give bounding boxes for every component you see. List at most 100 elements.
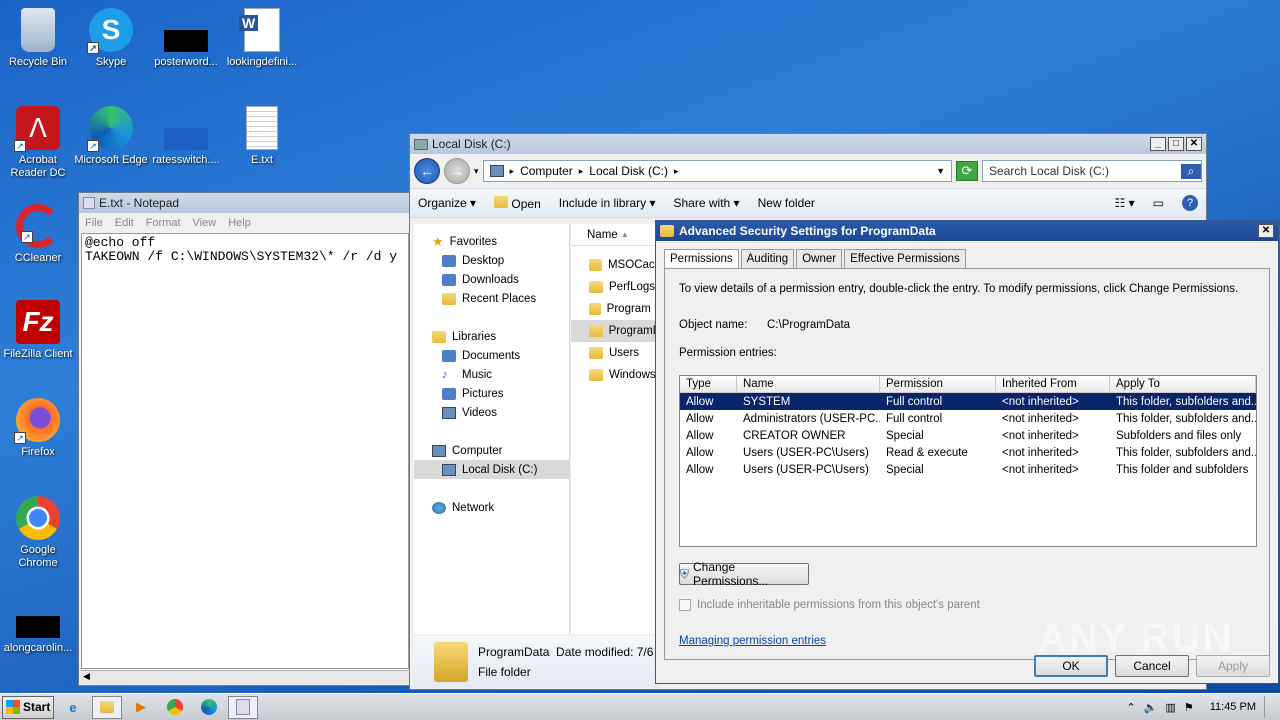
nav-desktop[interactable]: Desktop	[414, 251, 569, 270]
nav-computer[interactable]: Computer	[414, 441, 569, 460]
desktop-icon-recycle-bin[interactable]: Recycle Bin	[0, 8, 76, 69]
inherit-permissions-checkbox[interactable]: Include inheritable permissions from thi…	[679, 599, 980, 611]
desktop-icon-acrobat[interactable]: ᐱ ↗ Acrobat Reader DC	[0, 106, 76, 180]
file-item[interactable]: ProgramD	[571, 320, 661, 342]
scroll-left-icon[interactable]: ◀	[83, 671, 90, 682]
notepad-titlebar[interactable]: E.txt - Notepad	[79, 193, 411, 213]
table-row[interactable]: Allow Administrators (USER-PC... Full cont…	[680, 410, 1256, 427]
desktop-icon-skype[interactable]: S ↗ Skype	[73, 8, 149, 69]
new-folder-button[interactable]: New folder	[758, 196, 815, 210]
taskbar-notepad-icon[interactable]	[228, 695, 258, 719]
action-center-flag-icon[interactable]: ⚑	[1184, 701, 1194, 714]
notepad-horizontal-scrollbar[interactable]: ◀	[81, 670, 409, 684]
explorer-titlebar[interactable]: Local Disk (C:) _ □ ✕	[410, 134, 1206, 154]
address-bar[interactable]: ▸ Computer ▸ Local Disk (C:) ▸ ▼	[482, 160, 952, 182]
include-in-library-button[interactable]: Include in library ▾	[559, 196, 656, 210]
back-button[interactable]: ←	[414, 158, 440, 184]
file-item[interactable]: MSOCach	[571, 254, 661, 276]
maximize-button[interactable]: □	[1168, 137, 1184, 151]
show-desktop-button[interactable]	[1264, 696, 1274, 718]
share-with-button[interactable]: Share with ▾	[674, 196, 740, 210]
taskbar-media-player-icon[interactable]: ▶	[126, 696, 156, 719]
volume-icon[interactable]: 🔈	[1144, 701, 1158, 714]
desktop-icon-edge[interactable]: ↗ Microsoft Edge	[73, 106, 149, 167]
tab-owner[interactable]: Owner	[796, 249, 843, 268]
column-name[interactable]: Name	[737, 376, 880, 392]
desktop-icon-alongcarolin[interactable]: alongcarolin...	[0, 594, 76, 655]
permission-entries-table[interactable]: Type Name Permission Inherited From Appl…	[679, 375, 1257, 547]
breadcrumb-computer[interactable]: Computer	[520, 164, 573, 178]
nav-network[interactable]: Network	[414, 498, 569, 517]
table-row[interactable]: Allow CREATOR OWNER Special <not inherited>…	[680, 427, 1256, 444]
column-inherited-from[interactable]: Inherited From	[996, 376, 1110, 392]
table-row[interactable]: Allow Users (USER-PC\Users) Special <not in…	[680, 461, 1256, 478]
taskbar-edge-icon[interactable]	[194, 696, 224, 719]
advanced-security-dialog[interactable]: Advanced Security Settings for ProgramDa…	[655, 220, 1279, 684]
notepad-window[interactable]: E.txt - Notepad File Edit Format View He…	[78, 192, 412, 686]
column-type[interactable]: Type	[680, 376, 737, 392]
tab-permissions[interactable]: Permissions	[664, 249, 739, 269]
file-item[interactable]: Users	[571, 342, 661, 364]
recent-pages-dropdown-icon[interactable]: ▾	[474, 166, 479, 177]
column-apply-to[interactable]: Apply To	[1110, 376, 1256, 392]
column-header-name[interactable]: Name ▲	[571, 224, 661, 246]
minimize-button[interactable]: _	[1150, 137, 1166, 151]
dialog-titlebar[interactable]: Advanced Security Settings for ProgramDa…	[656, 221, 1278, 241]
black-file-icon	[16, 616, 60, 638]
start-button[interactable]: Start	[2, 695, 54, 719]
table-row[interactable]: Allow SYSTEM Full control <not inherited> Th…	[680, 393, 1256, 410]
desktop-icon-filezilla[interactable]: Fz FileZilla Client	[0, 300, 76, 361]
change-permissions-button[interactable]: ⛨ Change Permissions...	[679, 560, 809, 588]
desktop-icon-chrome[interactable]: Google Chrome	[0, 496, 76, 570]
network-tray-icon[interactable]: ▥	[1165, 701, 1175, 714]
nav-music[interactable]: ♪ Music	[414, 365, 569, 384]
desktop-icon-firefox[interactable]: ↗ Firefox	[0, 398, 76, 459]
refresh-button[interactable]: ⟳	[956, 161, 978, 181]
column-permission[interactable]: Permission	[880, 376, 996, 392]
clock[interactable]: 11:45 PM	[1210, 701, 1256, 713]
file-item[interactable]: Program F	[571, 298, 661, 320]
close-button[interactable]: ✕	[1186, 137, 1202, 151]
nav-libraries[interactable]: Libraries	[414, 327, 569, 346]
file-item[interactable]: PerfLogs	[571, 276, 661, 298]
dialog-close-button[interactable]: ✕	[1258, 224, 1274, 238]
taskbar-chrome-icon[interactable]	[160, 696, 190, 719]
address-dropdown-icon[interactable]: ▼	[936, 166, 945, 176]
desktop-icon-posterword[interactable]: posterword...	[148, 8, 224, 69]
taskbar-ie-icon[interactable]: e	[58, 696, 88, 719]
managing-permission-entries-link[interactable]: Managing permission entries	[679, 635, 826, 647]
change-view-icon[interactable]: ☷ ▾	[1115, 196, 1135, 210]
nav-videos[interactable]: Videos	[414, 403, 569, 422]
navigation-pane: ★ Favorites Desktop Downloads Recent Plac…	[414, 224, 570, 634]
organize-button[interactable]: Organize ▾	[418, 196, 476, 210]
tab-auditing[interactable]: Auditing	[740, 249, 795, 268]
open-button[interactable]: Open	[494, 195, 541, 211]
desktop-icon-etxt[interactable]: E.txt	[224, 106, 300, 167]
menu-help[interactable]: Help	[228, 217, 251, 229]
nav-downloads[interactable]: Downloads	[414, 270, 569, 289]
nav-favorites[interactable]: ★ Favorites	[414, 232, 569, 251]
desktop-icon-lookingdefini[interactable]: W lookingdefini...	[224, 8, 300, 69]
search-icon[interactable]: ⌕	[1181, 163, 1201, 179]
nav-documents[interactable]: Documents	[414, 346, 569, 365]
preview-pane-icon[interactable]: ▭	[1153, 196, 1164, 210]
show-hidden-icons-icon[interactable]: ⌃	[1127, 701, 1136, 714]
forward-button[interactable]: →	[444, 158, 470, 184]
breadcrumb-local-disk[interactable]: Local Disk (C:)	[589, 164, 668, 178]
nav-recent-places[interactable]: Recent Places	[414, 289, 569, 308]
menu-edit[interactable]: Edit	[115, 217, 134, 229]
menu-file[interactable]: File	[85, 217, 103, 229]
menu-view[interactable]: View	[193, 217, 217, 229]
table-row[interactable]: Allow Users (USER-PC\Users) Read & execute…	[680, 444, 1256, 461]
tab-effective-permissions[interactable]: Effective Permissions	[844, 249, 966, 268]
nav-pictures[interactable]: Pictures	[414, 384, 569, 403]
menu-format[interactable]: Format	[146, 217, 181, 229]
file-item[interactable]: Windows	[571, 364, 661, 386]
taskbar-explorer-icon[interactable]	[92, 695, 122, 719]
search-input[interactable]: Search Local Disk (C:) ⌕	[982, 160, 1202, 182]
nav-local-disk[interactable]: Local Disk (C:)	[414, 460, 569, 479]
help-icon[interactable]: ?	[1182, 195, 1198, 211]
notepad-editor[interactable]: @echo off TAKEOWN /f C:\WINDOWS\SYSTEM32\…	[81, 233, 409, 669]
desktop-icon-ccleaner[interactable]: ↗ CCleaner	[0, 204, 76, 265]
desktop-icon-ratesswitch[interactable]: ratesswitch....	[148, 106, 224, 167]
